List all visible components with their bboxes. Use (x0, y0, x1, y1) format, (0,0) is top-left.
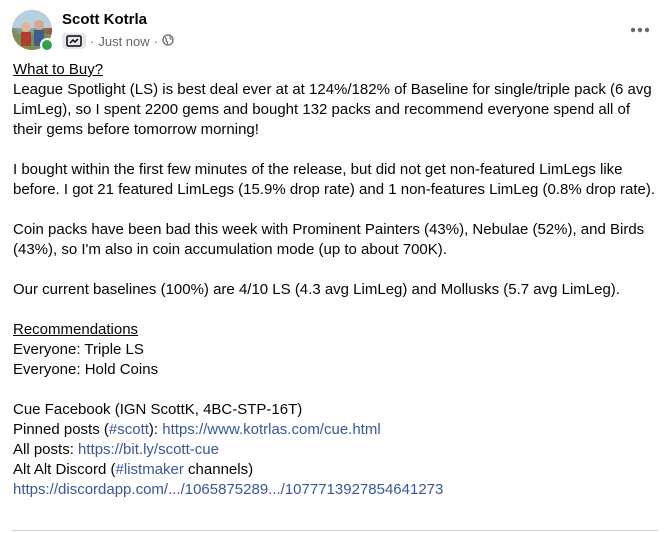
footer-ign: Cue Facebook (IGN ScottK, 4BC-STP-16T) (13, 401, 303, 418)
pinned-posts-line: Pinned posts (#scott): https://www.kotrl… (13, 421, 381, 438)
online-status-dot (40, 38, 54, 52)
heading-what-to-buy: What to Buy? (13, 61, 104, 78)
discord-line: Alt Alt Discord (#listmaker channels) (13, 461, 254, 478)
all-posts-link[interactable]: https://bit.ly/scott-cue (78, 441, 219, 458)
hashtag-link[interactable]: #listmaker (116, 461, 184, 478)
facebook-post: Scott Kotrla · Just now · What to Buy? L… (0, 0, 670, 533)
globe-icon[interactable] (162, 33, 174, 49)
post-body: What to Buy? League Spotlight (LS) is be… (13, 60, 658, 500)
discord-url-line: https://discordapp.com/.../1065875289...… (13, 480, 658, 500)
post-timestamp[interactable]: Just now (98, 34, 149, 49)
group-badge-icon[interactable] (62, 33, 86, 49)
meta-separator: · (153, 33, 158, 49)
paragraph-coin-packs: Coin packs have been bad this week with … (13, 221, 645, 258)
paragraph-baselines: Our current baselines (100%) are 4/10 LS… (13, 281, 620, 298)
more-options-icon (630, 27, 650, 33)
all-posts-line: All posts: https://bit.ly/scott-cue (13, 441, 219, 458)
author-name[interactable]: Scott Kotrla (62, 11, 147, 28)
meta-separator: · (90, 33, 95, 49)
recommendation-item: Everyone: Triple LS (13, 341, 144, 358)
post-meta: · Just now · (62, 32, 174, 50)
pinned-posts-link[interactable]: https://www.kotrlas.com/cue.html (162, 421, 380, 438)
post-header: Scott Kotrla · Just now · (12, 10, 658, 54)
hashtag-link[interactable]: #scott (109, 421, 149, 438)
divider (12, 530, 658, 531)
heading-recommendations: Recommendations (13, 321, 139, 338)
discord-link[interactable]: https://discordapp.com/.../1065875289...… (13, 481, 443, 498)
recommendation-item: Everyone: Hold Coins (13, 361, 159, 378)
paragraph-league-spotlight: League Spotlight (LS) is best deal ever … (13, 81, 652, 138)
more-options-button[interactable] (626, 16, 654, 44)
author-avatar[interactable] (12, 10, 54, 52)
paragraph-drop-rates: I bought within the first few minutes of… (13, 161, 656, 198)
